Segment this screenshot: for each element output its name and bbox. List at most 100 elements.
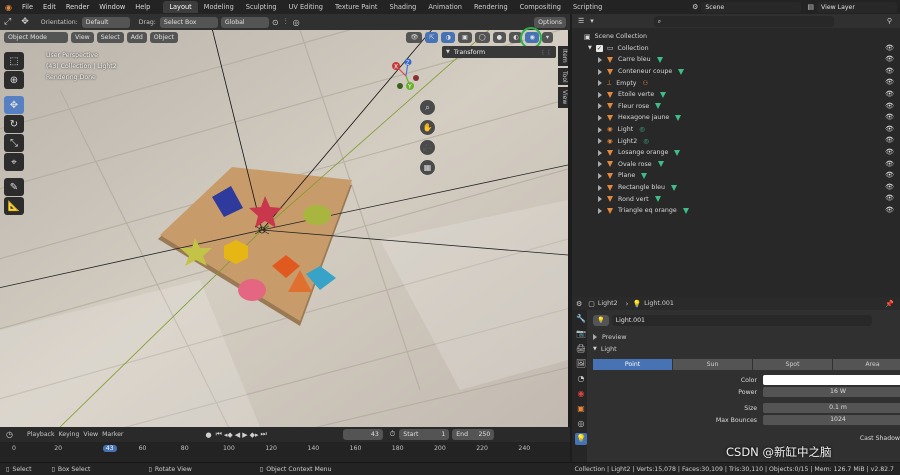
menu-window[interactable]: Window: [94, 3, 130, 11]
expand-arrow-icon[interactable]: [598, 196, 602, 203]
tab-sculpting[interactable]: Sculpting: [240, 1, 283, 13]
object-mode-dropdown[interactable]: Object Mode: [4, 32, 68, 43]
tab-uv-editing[interactable]: UV Editing: [283, 1, 329, 13]
outliner-item[interactable]: Rond vert 👁: [572, 193, 900, 205]
scene-collection-row[interactable]: ▣ Scene Collection: [572, 31, 900, 43]
viewport-menu-view[interactable]: View: [71, 32, 94, 43]
tab-rendering[interactable]: Rendering: [468, 1, 514, 13]
tab-scripting[interactable]: Scripting: [567, 1, 608, 13]
tab-compositing[interactable]: Compositing: [514, 1, 567, 13]
expand-arrow-icon[interactable]: [598, 207, 602, 214]
gizmo-toggle-icon[interactable]: ⇱: [425, 32, 439, 43]
solid-shading-icon[interactable]: ●: [492, 32, 507, 43]
current-frame-field[interactable]: 43: [342, 429, 383, 440]
outliner-item[interactable]: Losange orange 👁: [572, 147, 900, 159]
color-swatch[interactable]: [763, 375, 900, 385]
expand-arrow-icon[interactable]: [598, 184, 602, 191]
visibility-dropdown-icon[interactable]: 👁: [406, 32, 423, 43]
max-bounces-field[interactable]: 1024: [763, 415, 900, 425]
pin-icon[interactable]: 📌: [885, 300, 894, 308]
timeline-menu-keying[interactable]: Keying: [59, 431, 80, 438]
expand-arrow-icon[interactable]: [598, 149, 602, 156]
collection-row[interactable]: ▼ ✓ ▭ Collection 👁: [572, 43, 900, 55]
measure-tool-icon[interactable]: 📐: [4, 197, 24, 215]
outliner-item[interactable]: Fleur rose 👁: [572, 101, 900, 113]
shading-dropdown-icon[interactable]: ▾: [541, 32, 553, 43]
move-tool-icon[interactable]: ✥: [21, 17, 29, 27]
play-reverse-icon[interactable]: ◀: [235, 431, 240, 439]
3d-viewport[interactable]: [0, 30, 568, 427]
visibility-eye-icon[interactable]: 👁: [885, 113, 894, 121]
scene-icon[interactable]: ⚙: [692, 3, 698, 11]
rotate-tool-icon[interactable]: ↻: [4, 115, 24, 133]
navigation-gizmo[interactable]: X Y Z: [388, 58, 424, 94]
timeline-editor-icon[interactable]: ◷: [6, 430, 13, 439]
frame-ruler[interactable]: 0 20 43 60 80 100 120 140 160 180 200 220 240: [0, 442, 570, 462]
outliner-item[interactable]: ⟂ Empty ⚇ 👁: [572, 77, 900, 89]
orientation-dropdown[interactable]: Default: [81, 16, 130, 28]
visibility-eye-icon[interactable]: 👁: [885, 67, 894, 75]
outliner-display-icon[interactable]: ▾: [590, 17, 594, 25]
expand-arrow-icon[interactable]: [598, 161, 602, 168]
expand-arrow-icon[interactable]: [598, 68, 602, 75]
outliner-item[interactable]: Carre bleu 👁: [572, 54, 900, 66]
light-panel-header[interactable]: ▼ Light ⋮⋮: [593, 343, 900, 355]
tab-modeling[interactable]: Modeling: [198, 1, 240, 13]
jump-end-icon[interactable]: ⏭: [260, 430, 266, 439]
collection-checkbox[interactable]: ✓: [595, 44, 603, 52]
clock-icon[interactable]: ⏱: [390, 430, 395, 439]
xray-toggle-icon[interactable]: ▣: [457, 32, 472, 43]
output-tab-icon[interactable]: 🖨: [575, 343, 587, 355]
sidebar-tab-item[interactable]: Item: [558, 46, 568, 66]
move-tool-icon[interactable]: ✥: [4, 96, 24, 114]
datablock-name-field[interactable]: Light.001: [611, 314, 872, 326]
viewport-menu-object[interactable]: Object: [149, 32, 178, 43]
perspective-grid-icon[interactable]: ▦: [420, 160, 435, 175]
scale-tool-icon[interactable]: ⤡: [4, 134, 24, 152]
scene-selector[interactable]: Scene: [701, 1, 802, 13]
drag-dropdown[interactable]: Select Box: [159, 16, 218, 28]
tab-layout[interactable]: Layout: [163, 1, 198, 13]
light-type-sun[interactable]: Sun: [673, 359, 752, 370]
view-layer-selector[interactable]: View Layer: [817, 1, 897, 13]
outliner-item[interactable]: Rectangle bleu 👁: [572, 182, 900, 194]
expand-arrow-icon[interactable]: [598, 172, 602, 179]
object-tab-icon[interactable]: ▣: [575, 403, 587, 415]
light-type-area[interactable]: Area: [833, 359, 900, 370]
size-field[interactable]: 0.1 m: [763, 403, 900, 413]
annotate-tool-icon[interactable]: ✎: [4, 178, 24, 196]
zoom-icon[interactable]: ⌕: [420, 100, 435, 115]
visibility-eye-icon[interactable]: 👁: [885, 194, 894, 202]
preview-panel-header[interactable]: Preview ⋮⋮: [593, 331, 900, 343]
transform-panel[interactable]: ▼ Transform ⋮⋮: [442, 46, 556, 58]
properties-editor-icon[interactable]: ⚙: [576, 300, 582, 308]
visibility-eye-icon[interactable]: 👁: [885, 160, 894, 168]
outliner-item[interactable]: ◉ Light2 ◎ 👁: [572, 135, 900, 147]
blender-logo-icon[interactable]: ◉: [0, 3, 17, 12]
visibility-eye-icon[interactable]: 👁: [885, 44, 894, 52]
timeline-menu-view[interactable]: View: [83, 431, 98, 438]
record-icon[interactable]: ●: [205, 431, 211, 439]
visibility-eye-icon[interactable]: 👁: [885, 125, 894, 133]
visibility-eye-icon[interactable]: 👁: [885, 136, 894, 144]
render-tab-icon[interactable]: 📷: [575, 328, 587, 340]
visibility-eye-icon[interactable]: 👁: [885, 148, 894, 156]
menu-file[interactable]: File: [17, 3, 38, 11]
visibility-eye-icon[interactable]: 👁: [885, 55, 894, 63]
pivot-icon[interactable]: ⊙: [272, 18, 279, 27]
transform-orientation-dropdown[interactable]: Global: [220, 16, 269, 28]
view-layer-icon[interactable]: ▤: [807, 3, 814, 11]
visibility-eye-icon[interactable]: 👁: [885, 183, 894, 191]
outliner-item[interactable]: Plane 👁: [572, 170, 900, 182]
visibility-eye-icon[interactable]: 👁: [885, 78, 894, 86]
expand-arrow-icon[interactable]: [598, 126, 602, 133]
expand-arrow-icon[interactable]: [598, 138, 602, 145]
viewport-menu-add[interactable]: Add: [126, 32, 147, 43]
outliner-item[interactable]: Ovale rose 👁: [572, 159, 900, 171]
light-type-spot[interactable]: Spot: [753, 359, 832, 370]
power-field[interactable]: 16 W: [763, 387, 900, 397]
tab-texture-paint[interactable]: Texture Paint: [329, 1, 384, 13]
viewport-menu-select[interactable]: Select: [96, 32, 124, 43]
visibility-eye-icon[interactable]: 👁: [885, 102, 894, 110]
expand-arrow-icon[interactable]: [598, 80, 602, 87]
